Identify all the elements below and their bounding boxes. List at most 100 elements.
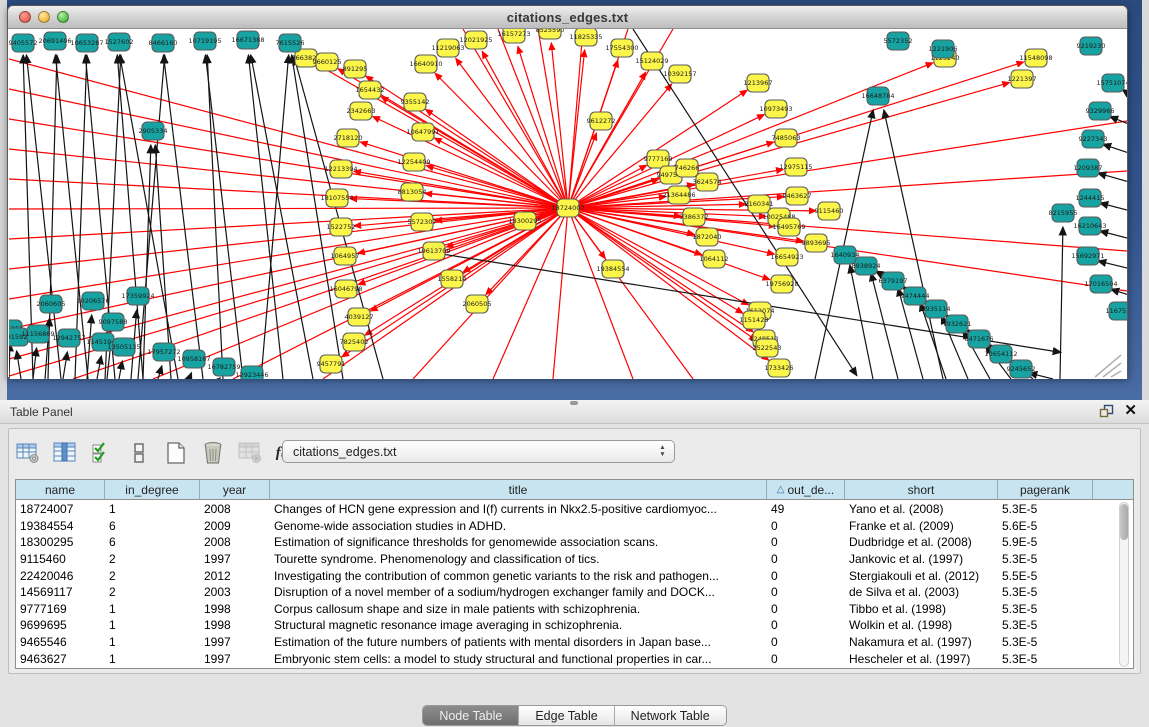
float-window-icon[interactable]: [1099, 404, 1114, 418]
table-cell[interactable]: Structural magnetic resonance image aver…: [270, 618, 767, 632]
table-cell[interactable]: 2009: [200, 519, 270, 533]
graph-node[interactable]: 2905334: [139, 122, 168, 140]
column-header-short[interactable]: short: [845, 480, 998, 499]
table-row[interactable]: 1872400712008Changes of HCN gene express…: [16, 501, 1101, 518]
graph-node[interactable]: 9893695: [802, 234, 831, 252]
table-row[interactable]: 946554611997Estimation of the future num…: [16, 634, 1101, 651]
table-cell[interactable]: 18724007: [16, 502, 105, 516]
graph-node[interactable]: 1522752: [327, 218, 356, 236]
table-cell[interactable]: 18300295: [16, 535, 105, 549]
table-cell[interactable]: Changes of HCN gene expression and I(f) …: [270, 502, 767, 516]
table-settings-icon[interactable]: [15, 440, 41, 466]
table-cell[interactable]: 0: [767, 585, 845, 599]
table-cell[interactable]: 1: [105, 635, 200, 649]
graph-node[interactable]: 7386372: [680, 208, 709, 226]
graph-node[interactable]: 3624574: [693, 173, 722, 191]
table-cell[interactable]: 2003: [200, 585, 270, 599]
graph-node[interactable]: 8938924: [852, 257, 881, 275]
table-cell[interactable]: 1998: [200, 618, 270, 632]
column-header-in_degree[interactable]: in_degree: [105, 480, 200, 499]
graph-node[interactable]: 16654923: [770, 248, 803, 266]
network-canvas[interactable]: 1872400776638229660125891295165443223426…: [9, 29, 1127, 379]
table-cell[interactable]: 5.3E-5: [998, 602, 1093, 616]
table-cell[interactable]: 1998: [200, 602, 270, 616]
table-cell[interactable]: 2012: [200, 569, 270, 583]
graph-node[interactable]: 7615526: [276, 34, 305, 52]
table-cell[interactable]: Investigating the contribution of common…: [270, 569, 767, 583]
column-header-pagerank[interactable]: pagerank: [998, 480, 1093, 499]
graph-node[interactable]: 17957272: [147, 343, 180, 361]
graph-node[interactable]: 5572307: [408, 213, 437, 231]
table-cell[interactable]: 9777169: [16, 602, 105, 616]
table-cell[interactable]: 0: [767, 519, 845, 533]
table-cell[interactable]: 5.3E-5: [998, 502, 1093, 516]
graph-node[interactable]: 1244415: [1076, 189, 1105, 207]
table-cell[interactable]: Tourette syndrome. Phenomenology and cla…: [270, 552, 767, 566]
table-cell[interactable]: Corpus callosum shape and size in male p…: [270, 602, 767, 616]
table-cell[interactable]: 1: [105, 652, 200, 666]
graph-node[interactable]: 11548098: [1019, 49, 1052, 67]
graph-node[interactable]: 9227343: [1079, 130, 1108, 148]
column-header-out_de[interactable]: △out_de...: [767, 480, 845, 499]
delete-table-icon[interactable]: [200, 440, 226, 466]
table-cell[interactable]: 0: [767, 652, 845, 666]
graph-node[interactable]: 9463627: [783, 187, 812, 205]
graph-node[interactable]: 6379197: [879, 272, 908, 290]
table-cell[interactable]: 0: [767, 618, 845, 632]
select-rows-icon[interactable]: [89, 440, 115, 466]
table-cell[interactable]: Disruption of a novel member of a sodium…: [270, 585, 767, 599]
table-cell[interactable]: 5.3E-5: [998, 552, 1093, 566]
graph-node[interactable]: 4039127: [345, 308, 374, 326]
graph-node[interactable]: 1064957: [331, 247, 360, 265]
table-cell[interactable]: 2: [105, 569, 200, 583]
graph-node[interactable]: 20691406: [38, 32, 71, 50]
table-cell[interactable]: 2: [105, 585, 200, 599]
graph-node[interactable]: 1167537: [1106, 302, 1127, 320]
graph-node[interactable]: 9777169: [644, 150, 673, 168]
table-cell[interactable]: 5.6E-5: [998, 519, 1093, 533]
graph-node[interactable]: 9329966: [1086, 102, 1115, 120]
graph-node[interactable]: 8215955: [1049, 204, 1078, 222]
graph-node[interactable]: 1064112: [700, 250, 729, 268]
table-cell[interactable]: 9465546: [16, 635, 105, 649]
table-cell[interactable]: 1: [105, 502, 200, 516]
table-cell[interactable]: Nakamura et al. (1997): [845, 635, 998, 649]
graph-node[interactable]: 8813054: [398, 183, 427, 201]
graph-node[interactable]: 10958167: [177, 350, 210, 368]
graph-node[interactable]: 891295: [343, 60, 368, 78]
table-cell[interactable]: 49: [767, 502, 845, 516]
scrollbar-thumb[interactable]: [1120, 504, 1128, 540]
graph-node[interactable]: 1872040: [693, 228, 722, 246]
graph-node[interactable]: 746266: [675, 159, 700, 177]
graph-node[interactable]: 1209387: [1074, 159, 1103, 177]
table-cell[interactable]: 1997: [200, 552, 270, 566]
table-cell[interactable]: 0: [767, 602, 845, 616]
graph-node[interactable]: 16640910: [409, 55, 442, 73]
tab-network-table[interactable]: Network Table: [615, 706, 726, 725]
table-vertical-scrollbar[interactable]: [1119, 502, 1129, 667]
graph-node[interactable]: 5572352: [884, 32, 913, 50]
graph-node[interactable]: 8471676: [965, 330, 994, 348]
table-cell[interactable]: 5.5E-5: [998, 569, 1093, 583]
graph-node[interactable]: 12975115: [779, 158, 812, 176]
graph-node[interactable]: 9219230: [1077, 37, 1106, 55]
tab-node-table[interactable]: Node Table: [423, 706, 519, 725]
graph-node[interactable]: 19384554: [596, 260, 629, 278]
table-cell[interactable]: 5.9E-5: [998, 535, 1093, 549]
table-cell[interactable]: Embryonic stem cells: a model to study s…: [270, 652, 767, 666]
graph-node[interactable]: 1558214: [438, 270, 467, 288]
graph-node[interactable]: 9612272: [587, 112, 616, 130]
table-cell[interactable]: 1: [105, 618, 200, 632]
graph-node[interactable]: 9474444: [901, 287, 930, 305]
table-cell[interactable]: 22420046: [16, 569, 105, 583]
table-cell[interactable]: 1997: [200, 652, 270, 666]
graph-node[interactable]: 2342663: [347, 102, 376, 120]
table-cell[interactable]: 2: [105, 552, 200, 566]
table-cell[interactable]: 9463627: [16, 652, 105, 666]
table-cell[interactable]: Estimation of the future numbers of pati…: [270, 635, 767, 649]
graph-node[interactable]: 2935114: [922, 300, 951, 318]
column-visibility-icon[interactable]: [52, 440, 78, 466]
table-row[interactable]: 1456911722003Disruption of a novel membe…: [16, 584, 1101, 601]
graph-node[interactable]: 9405572: [9, 34, 37, 52]
table-cell[interactable]: 14569117: [16, 585, 105, 599]
